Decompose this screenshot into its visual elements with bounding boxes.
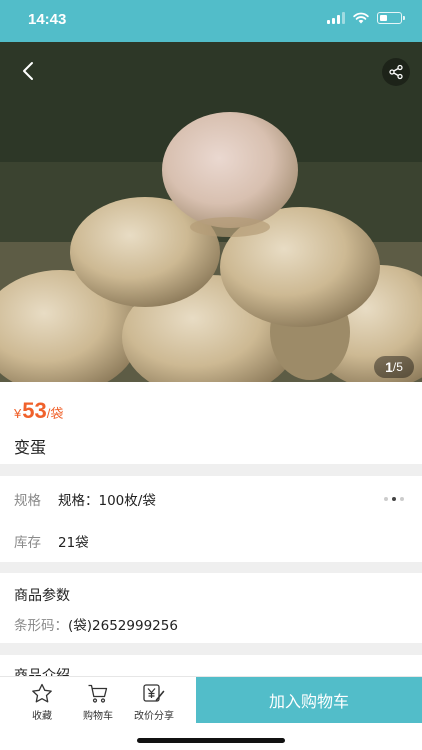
stock-row: 库存 21袋 [14, 531, 89, 551]
price-unit: /袋 [46, 406, 64, 421]
add-to-cart-button[interactable]: 加入购物车 [196, 677, 422, 723]
image-counter: 1/5 [374, 356, 414, 378]
product-image-gallery[interactable]: 1/5 [0, 42, 422, 382]
price-value: 53 [22, 398, 47, 423]
spec-section: 规格 规格：100枚/袋 库存 21袋 [0, 476, 422, 562]
wifi-icon [353, 12, 369, 24]
star-icon [32, 683, 52, 703]
barcode-row: 条形码： (袋)2652999256 [14, 614, 178, 634]
back-icon[interactable] [14, 56, 44, 86]
reprice-share-button[interactable]: 改价分享 [127, 683, 181, 722]
status-time: 14:43 [28, 11, 67, 28]
product-photo [0, 42, 422, 382]
spec-label: 规格 [14, 493, 41, 509]
more-icon[interactable] [384, 497, 404, 501]
share-icon [389, 64, 403, 80]
stock-label: 库存 [14, 535, 41, 551]
signal-icon [327, 12, 345, 24]
share-button[interactable] [382, 58, 410, 86]
stock-value: 21袋 [58, 535, 89, 551]
status-bar: 14:43 [0, 0, 422, 42]
cart-label: 购物车 [83, 711, 113, 722]
cart-button[interactable]: 购物车 [71, 683, 125, 722]
price-edit-icon [143, 684, 165, 702]
image-total: 5 [396, 360, 403, 374]
params-title: 商品参数 [14, 588, 70, 604]
home-indicator [137, 738, 285, 743]
favorite-button[interactable]: 收藏 [15, 683, 69, 722]
barcode-value: (袋)2652999256 [68, 618, 178, 634]
spec-row[interactable]: 规格 规格：100枚/袋 [14, 489, 156, 509]
params-section: 商品参数 条形码： (袋)2652999256 [0, 573, 422, 643]
image-index: 1 [385, 359, 393, 375]
barcode-label: 条形码： [14, 618, 68, 634]
price-currency: ¥ [14, 406, 22, 421]
reprice-share-label: 改价分享 [134, 711, 174, 722]
favorite-label: 收藏 [32, 711, 52, 722]
product-price: ¥53/袋 [14, 398, 63, 424]
price-section: ¥53/袋 变蛋 [0, 382, 422, 464]
status-icons [327, 12, 405, 24]
battery-icon [377, 12, 405, 24]
spec-value: 规格：100枚/袋 [58, 493, 156, 509]
cart-icon [88, 684, 108, 703]
product-title: 变蛋 [14, 438, 47, 457]
